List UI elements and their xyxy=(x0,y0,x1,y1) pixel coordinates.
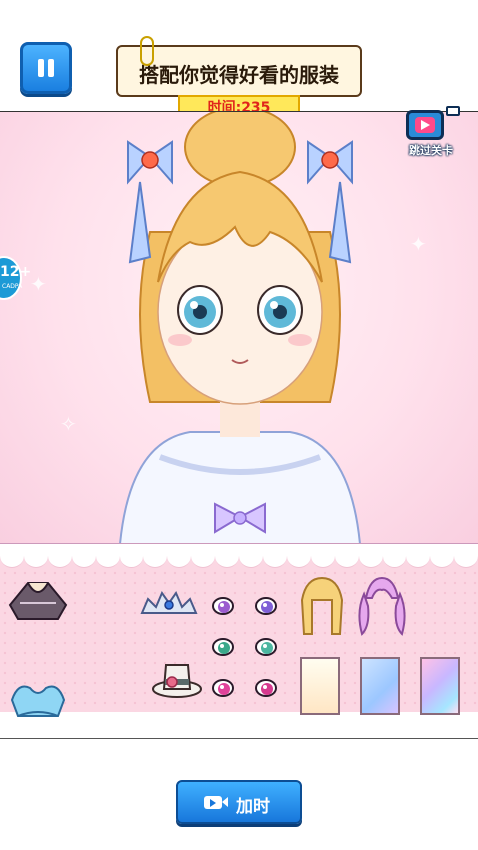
age-rating-org: CADPA xyxy=(2,283,23,290)
pause-icon xyxy=(38,59,44,77)
camera-icon xyxy=(446,106,460,116)
lace-trim xyxy=(0,544,478,568)
tv-play-icon xyxy=(406,110,444,140)
cream-background-option[interactable] xyxy=(300,657,340,715)
green-eye-option[interactable] xyxy=(212,638,234,656)
bodice-item[interactable] xyxy=(8,575,68,621)
skip-level-label: 跳过关卡 xyxy=(409,144,453,157)
tiara-item[interactable] xyxy=(138,585,200,617)
pink-eye-option[interactable] xyxy=(212,679,234,697)
pink-hair-item[interactable] xyxy=(356,576,408,638)
add-time-button[interactable]: 加时 xyxy=(176,780,302,824)
purple-eye-option[interactable] xyxy=(212,597,234,615)
blue-top-item[interactable] xyxy=(8,678,68,720)
violet-eye-option[interactable] xyxy=(255,597,277,615)
blonde-hair-item[interactable] xyxy=(298,576,346,638)
add-time-label: 加时 xyxy=(236,797,270,817)
character-stage: ✦ ✦ ✧ xyxy=(0,111,478,543)
character-doll xyxy=(119,112,361,543)
panel-footer-strip xyxy=(0,712,478,738)
video-camera-lens xyxy=(222,797,228,807)
skip-level-button[interactable]: 跳过关卡 xyxy=(398,102,464,160)
blue-background-option[interactable] xyxy=(360,657,400,715)
flower-hat-item[interactable] xyxy=(150,655,204,699)
wardrobe-panel xyxy=(0,543,478,739)
teal-eye-option[interactable] xyxy=(255,638,277,656)
pause-button[interactable] xyxy=(20,42,72,94)
video-camera-icon xyxy=(204,796,222,809)
game-screen: 搭配你觉得好看的服装 时间:235 ✦ ✦ ✧ 跳过关卡 12+ CADPA 加… xyxy=(0,0,478,850)
paper-clip-icon xyxy=(140,36,154,66)
level-title: 搭配你觉得好看的服装 xyxy=(139,63,339,87)
age-rating-value: 12+ xyxy=(0,264,32,280)
magenta-eye-option[interactable] xyxy=(255,679,277,697)
pause-icon-bar xyxy=(48,59,54,77)
holographic-background-option[interactable] xyxy=(420,657,460,715)
